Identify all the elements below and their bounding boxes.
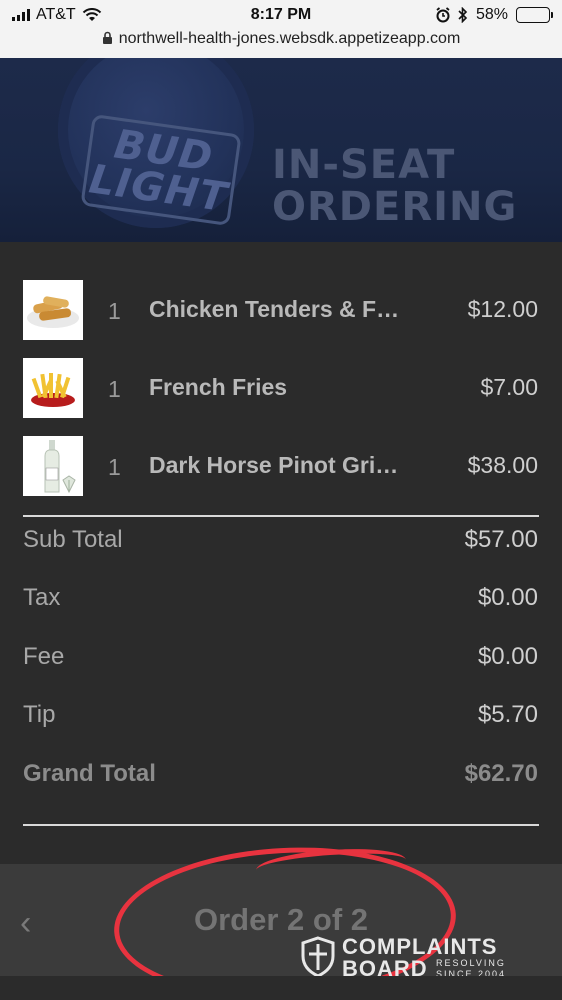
item-quantity: 1 [108,454,121,480]
tip-value: $5.70 [477,701,538,728]
tax-row: Tax $0.00 [0,578,562,618]
item-quantity: 1 [108,376,121,402]
address-bar[interactable]: northwell-health-jones.websdk.appetizeap… [0,30,562,48]
list-item[interactable]: 1 Dark Horse Pinot Gri… $38.00 [0,436,562,498]
item-price: $38.00 [467,452,538,478]
item-price: $7.00 [480,374,538,400]
bluetooth-icon [458,7,468,23]
battery-icon [516,7,553,23]
url-text: northwell-health-jones.websdk.appetizeap… [118,30,461,47]
totals-divider [23,824,539,826]
battery-percent: 58% [475,6,508,23]
french-fries-thumbnail [23,358,83,418]
sub-total-row: Sub Total $57.00 [0,520,562,560]
alarm-icon [436,7,450,23]
item-quantity: 1 [108,298,121,324]
item-price: $12.00 [467,296,538,322]
grand-total-row: Grand Total $62.70 [0,754,562,794]
sub-total-value: $57.00 [464,526,538,553]
sub-total-label: Sub Total [23,526,123,553]
banner-title-line2: ORDERING [272,184,518,230]
wine-bottle-thumbnail [23,436,83,496]
lock-icon [102,31,112,44]
ios-status-bar: AT&T 8:17 PM 58% northwell-health-jones.… [0,0,562,58]
fee-label: Fee [23,643,65,670]
tax-label: Tax [23,584,61,611]
bottom-strip [0,976,562,1000]
items-divider [23,515,539,517]
tip-label: Tip [23,701,56,728]
item-name: French Fries [149,374,288,400]
list-item[interactable]: 1 French Fries $7.00 [0,358,562,420]
fee-value: $0.00 [477,643,538,670]
banner-title: IN-SEAT ORDERING [272,144,517,228]
chicken-tenders-thumbnail [23,280,83,340]
tip-row: Tip $5.70 [0,695,562,735]
list-item[interactable]: 1 Chicken Tenders & F… $12.00 [0,280,562,342]
item-name: Chicken Tenders & F… [149,296,400,322]
shield-icon [301,936,335,978]
in-seat-ordering-banner: BUD LIGHT IN-SEAT ORDERING [0,58,562,242]
fee-row: Fee $0.00 [0,637,562,677]
grand-total-value: $62.70 [464,760,538,787]
banner-title-line1: IN-SEAT [272,142,456,188]
grand-total-label: Grand Total [23,760,156,787]
item-name: Dark Horse Pinot Gri… [149,452,399,478]
tax-value: $0.00 [477,584,538,611]
